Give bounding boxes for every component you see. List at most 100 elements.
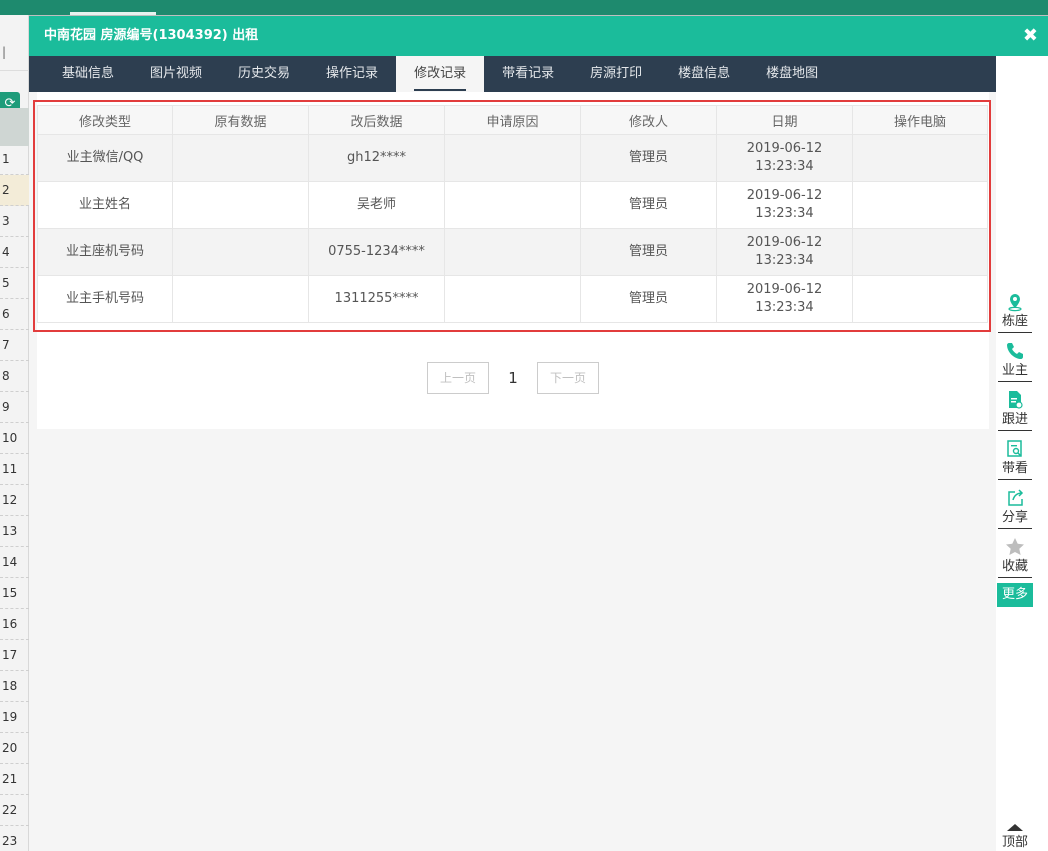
toolbar-more-button[interactable]: 更多: [997, 583, 1033, 607]
table-cell: [172, 275, 309, 323]
tab-4[interactable]: 修改记录: [396, 56, 485, 92]
modification-records-table: 修改类型 原有数据 改后数据 申请原因 修改人 日期 操作电脑 业主微信/QQ gh12***…: [37, 105, 988, 323]
table-cell: 吴老师: [308, 181, 445, 229]
modification-records-panel: 修改类型 原有数据 改后数据 申请原因 修改人 日期 操作电脑 业主微信/QQ gh12***…: [33, 92, 991, 429]
table-cell: 业主微信/QQ: [37, 134, 173, 182]
table-row: 业主座机号码 0755-1234**** 管理员 2019-06-12 13:23:3…: [37, 228, 988, 276]
tab-7[interactable]: 楼盘信息: [660, 56, 748, 92]
table-cell: [172, 228, 309, 276]
phone-icon: [998, 341, 1032, 363]
background-row-number: 22: [0, 795, 29, 826]
background-table-header: [0, 108, 29, 146]
document-icon: [998, 390, 1032, 412]
background-row-number: 8: [0, 361, 29, 392]
right-action-toolbar: 栋座 业主 跟进 带看 分享 收藏 更多 顶部: [996, 56, 1048, 851]
background-row-number: 17: [0, 640, 29, 671]
background-row-number: 14: [0, 547, 29, 578]
tab-6[interactable]: 房源打印: [572, 56, 660, 92]
column-header: 改后数据: [308, 105, 445, 135]
toolbar-viewing-button[interactable]: 带看: [998, 439, 1032, 480]
arrow-up-icon: [1007, 824, 1023, 831]
modal-header: 中南花园 房源编号(1304392) 出租 ✖: [29, 16, 1048, 56]
table-row: 业主姓名 吴老师 管理员 2019-06-12 13:23:34: [37, 181, 988, 229]
background-row-number: 23: [0, 826, 29, 851]
table-cell: 0755-1234****: [308, 228, 445, 276]
table-cell: 管理员: [580, 275, 717, 323]
pagination: 上一页 1 下一页: [37, 362, 989, 394]
tab-2[interactable]: 历史交易: [220, 56, 308, 92]
background-row-number: 19: [0, 702, 29, 733]
table-cell: [444, 181, 581, 229]
modal-title: 中南花园 房源编号(1304392) 出租: [44, 28, 259, 43]
detail-tabs: 基础信息 图片视频 历史交易 操作记录 修改记录 带看记录 房源打印 楼盘信息 楼盘地图: [29, 56, 997, 92]
table-cell: 管理员: [580, 181, 717, 229]
table-header-row: 修改类型 原有数据 改后数据 申请原因 修改人 日期 操作电脑: [37, 105, 988, 135]
table-row: 业主微信/QQ gh12**** 管理员 2019-06-12 13:23:34: [37, 134, 988, 182]
table-cell: [444, 275, 581, 323]
map-pin-icon: [998, 292, 1032, 314]
listing-detail-modal: 中南花园 房源编号(1304392) 出租 ✖ 基础信息 图片视频 历史交易 操作记录…: [29, 16, 1048, 851]
background-row-number: 2: [0, 175, 29, 206]
background-row-number: 13: [0, 516, 29, 547]
page-number-current[interactable]: 1: [501, 369, 525, 387]
table-cell: 管理员: [580, 134, 717, 182]
table-cell: gh12****: [308, 134, 445, 182]
close-icon[interactable]: ✖: [1023, 16, 1038, 56]
next-page-button[interactable]: 下一页: [537, 362, 599, 394]
table-cell: [852, 181, 988, 229]
table-body: 业主微信/QQ gh12**** 管理员 2019-06-12 13:23:34 业主姓…: [37, 134, 988, 323]
table-cell: 业主手机号码: [37, 275, 173, 323]
background-table-strip: | ⟳ 1 2 3 4 5 6 7 8 9 10 11 12 13 14 15 16 17 18 19 20 21 22 2…: [0, 15, 29, 851]
app-tab-indicator: [70, 12, 156, 15]
column-header: 原有数据: [172, 105, 309, 135]
background-row-number: 7: [0, 330, 29, 361]
column-header: 日期: [716, 105, 853, 135]
toolbar-favorite-button[interactable]: 收藏: [998, 537, 1032, 578]
table-cell: [172, 181, 309, 229]
background-row-number: 4: [0, 237, 29, 268]
search-doc-icon: [998, 439, 1032, 461]
table-cell: [852, 228, 988, 276]
background-row-number: 16: [0, 609, 29, 640]
column-header: 修改人: [580, 105, 717, 135]
background-row-number: 15: [0, 578, 29, 609]
tab-0[interactable]: 基础信息: [44, 56, 132, 92]
column-header: 修改类型: [37, 105, 173, 135]
tab-8[interactable]: 楼盘地图: [748, 56, 836, 92]
background-toolbar-fragment: |: [0, 35, 29, 71]
background-row-number: 12: [0, 485, 29, 516]
tab-5[interactable]: 带看记录: [484, 56, 572, 92]
toolbar-share-button[interactable]: 分享: [998, 488, 1032, 529]
app-topbar: [0, 0, 1048, 15]
table-cell: 1311255****: [308, 275, 445, 323]
tab-3[interactable]: 操作记录: [308, 56, 396, 92]
toolbar-owner-button[interactable]: 业主: [998, 341, 1032, 382]
background-row-number: 1: [0, 144, 29, 175]
table-cell: [852, 134, 988, 182]
background-row-numbers: 1 2 3 4 5 6 7 8 9 10 11 12 13 14 15 16 17 18 19 20 21 22 23: [0, 144, 29, 851]
column-header: 申请原因: [444, 105, 581, 135]
column-header: 操作电脑: [852, 105, 988, 135]
table-cell: 2019-06-12 13:23:34: [716, 134, 853, 182]
background-row-number: 3: [0, 206, 29, 237]
table-cell: 2019-06-12 13:23:34: [716, 181, 853, 229]
table-cell: 2019-06-12 13:23:34: [716, 228, 853, 276]
background-row-number: 5: [0, 268, 29, 299]
tab-1[interactable]: 图片视频: [132, 56, 220, 92]
background-row-number: 6: [0, 299, 29, 330]
prev-page-button[interactable]: 上一页: [427, 362, 489, 394]
table-row: 业主手机号码 1311255**** 管理员 2019-06-12 13:23:34: [37, 275, 988, 323]
background-row-number: 11: [0, 454, 29, 485]
background-row-number: 20: [0, 733, 29, 764]
table-cell: [172, 134, 309, 182]
table-cell: 业主座机号码: [37, 228, 173, 276]
table-cell: [852, 275, 988, 323]
table-cell: [444, 228, 581, 276]
table-cell: 2019-06-12 13:23:34: [716, 275, 853, 323]
table-cell: 业主姓名: [37, 181, 173, 229]
star-icon: [998, 537, 1032, 559]
background-row-number: 21: [0, 764, 29, 795]
back-to-top-button[interactable]: 顶部: [998, 824, 1032, 850]
toolbar-followup-button[interactable]: 跟进: [998, 390, 1032, 431]
toolbar-building-button[interactable]: 栋座: [998, 292, 1032, 333]
